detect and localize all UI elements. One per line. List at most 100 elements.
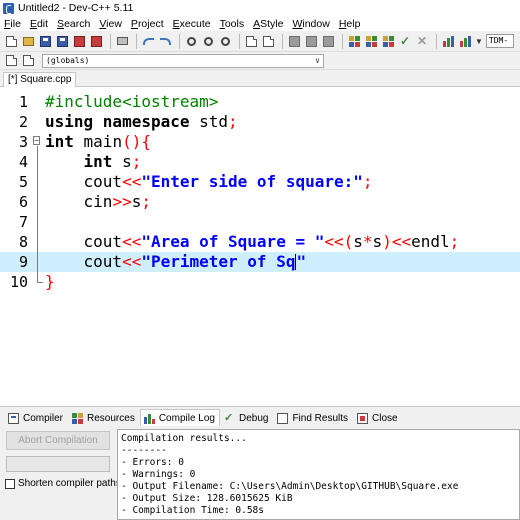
shorten-paths-option[interactable]: Shorten compiler paths — [5, 478, 121, 489]
goto-line-icon — [246, 35, 257, 47]
menu-item-file[interactable]: File — [4, 18, 21, 30]
line-number: 8 — [18, 233, 28, 251]
code-line-1[interactable]: 1 #include<iostream> — [0, 92, 520, 112]
scope-select[interactable]: (globals) ∨ — [42, 53, 324, 68]
tab-compile-log[interactable]: Compile Log — [139, 409, 220, 426]
toolbar-separator — [342, 33, 343, 49]
code-text: cin>>s; — [45, 192, 151, 211]
tab-compiler[interactable]: Compiler — [4, 409, 68, 426]
line-number: 6 — [18, 193, 28, 211]
tab-label: Compile Log — [158, 412, 215, 424]
run-button[interactable] — [364, 34, 379, 49]
undo-icon — [143, 37, 154, 45]
save-icon — [40, 35, 51, 47]
compile-log-panel: Abort Compilation Shorten compiler paths… — [0, 426, 520, 520]
menu-item-execute[interactable]: Execute — [173, 18, 211, 30]
tab-resources[interactable]: Resources — [68, 409, 140, 426]
line-number: 3 — [18, 133, 28, 151]
save-all-button[interactable] — [55, 34, 70, 49]
menu-item-search[interactable]: Search — [57, 18, 90, 30]
log-line: - Output Size: 128.6015625 KiB — [121, 493, 293, 504]
rebuild-button[interactable]: ✓ — [398, 34, 413, 49]
find-button[interactable] — [184, 34, 199, 49]
toolbar-separator — [110, 33, 111, 49]
code-editor[interactable]: 1 #include<iostream> 2 using namespace std;… — [0, 87, 520, 404]
bookmark-button[interactable] — [261, 34, 276, 49]
find-results-icon — [277, 412, 289, 424]
compile-run-button[interactable] — [381, 34, 396, 49]
tab-find-results[interactable]: Find Results — [273, 409, 353, 426]
new-file-button[interactable] — [4, 34, 19, 49]
stop-button[interactable]: ✕ — [415, 34, 430, 49]
close-icon — [357, 412, 369, 424]
file-tab-strip: [*] Square.cpp — [0, 70, 520, 87]
code-line-10[interactable]: 10} — [0, 272, 520, 292]
compile-log-output[interactable]: Compilation results... -------- - Errors: … — [117, 429, 520, 520]
indent-button[interactable] — [287, 34, 302, 49]
code-text: int main(){ — [45, 132, 151, 151]
print-icon — [117, 37, 128, 45]
debug-icon: ✓ — [223, 411, 234, 424]
close-all-button[interactable] — [89, 34, 104, 49]
goto-line-button[interactable] — [244, 34, 259, 49]
insert-button[interactable] — [4, 53, 19, 68]
menu-item-help[interactable]: Help — [339, 18, 361, 30]
code-line-7[interactable]: 7 — [0, 212, 520, 232]
compile-icon — [349, 35, 360, 47]
open-button[interactable] — [21, 34, 36, 49]
tab-label: Compiler — [23, 412, 64, 424]
replace-button[interactable] — [201, 34, 216, 49]
toolbar-separator — [436, 33, 437, 49]
close-all-icon — [91, 35, 102, 47]
code-line-2[interactable]: 2 using namespace std; — [0, 112, 520, 132]
code-line-3[interactable]: 3 int main(){ — [0, 132, 520, 152]
menu-item-tools[interactable]: Tools — [220, 18, 245, 30]
shorten-paths-checkbox[interactable] — [5, 478, 15, 489]
line-number: 1 — [18, 93, 28, 111]
find-next-button[interactable] — [218, 34, 233, 49]
code-text: cout<<"Area of Square = "<<(s*s)<<endl; — [45, 232, 460, 251]
profile-button[interactable] — [458, 34, 473, 49]
chart-button[interactable] — [441, 34, 456, 49]
line-number: 2 — [18, 113, 28, 131]
menu-item-window[interactable]: Window — [292, 18, 329, 30]
fold-toggle-icon[interactable]: − — [33, 136, 40, 145]
code-line-5[interactable]: 5 cout<<"Enter side of square:"; — [0, 172, 520, 192]
code-line-4[interactable]: 4 int s; — [0, 152, 520, 172]
print-button[interactable] — [115, 34, 130, 49]
code-line-6[interactable]: 6 cin>>s; — [0, 192, 520, 212]
abort-compilation-button[interactable]: Abort Compilation — [6, 431, 110, 450]
code-text: int s; — [83, 152, 142, 171]
find-next-icon — [221, 36, 230, 46]
menu-item-astyle[interactable]: AStyle — [253, 18, 283, 30]
code-text: cout<<"Enter side of square:"; — [45, 172, 373, 191]
compiler-select[interactable]: TDM- — [485, 34, 514, 48]
code-line-9[interactable]: 9 cout<<"Perimeter of Sq" — [0, 252, 520, 272]
code-line-8[interactable]: 8 cout<<"Area of Square = "<<(s*s)<<endl… — [0, 232, 520, 252]
tab-label: Close — [372, 412, 398, 424]
toggle-bookmark-button[interactable] — [21, 53, 36, 68]
scope-select-value: (globals) — [46, 56, 90, 65]
log-line: - Errors: 0 — [121, 457, 184, 468]
tab-close[interactable]: Close — [353, 409, 403, 426]
toggle-comment-icon — [323, 35, 334, 47]
toggle-comment-button[interactable] — [321, 34, 336, 49]
menu-item-view[interactable]: View — [99, 18, 122, 30]
class-toolbar: (globals) ∨ — [0, 52, 520, 70]
menu-item-edit[interactable]: Edit — [30, 18, 48, 30]
redo-button[interactable] — [158, 34, 173, 49]
log-line: - Warnings: 0 — [121, 469, 196, 480]
compiler-icon — [8, 412, 19, 424]
save-button[interactable] — [38, 34, 53, 49]
undo-button[interactable] — [141, 34, 156, 49]
close-file-button[interactable] — [72, 34, 87, 49]
dropdown-arrow-icon[interactable]: ▼ — [475, 37, 483, 46]
menu-item-project[interactable]: Project — [131, 18, 164, 30]
unindent-button[interactable] — [304, 34, 319, 49]
compile-button[interactable] — [347, 34, 362, 49]
line-number: 10 — [9, 273, 28, 291]
code-text: } — [45, 272, 55, 291]
tab-debug[interactable]: ✓ Debug — [220, 409, 273, 426]
file-tab-square[interactable]: [*] Square.cpp — [3, 72, 77, 87]
compile-progress-bar — [6, 456, 110, 472]
